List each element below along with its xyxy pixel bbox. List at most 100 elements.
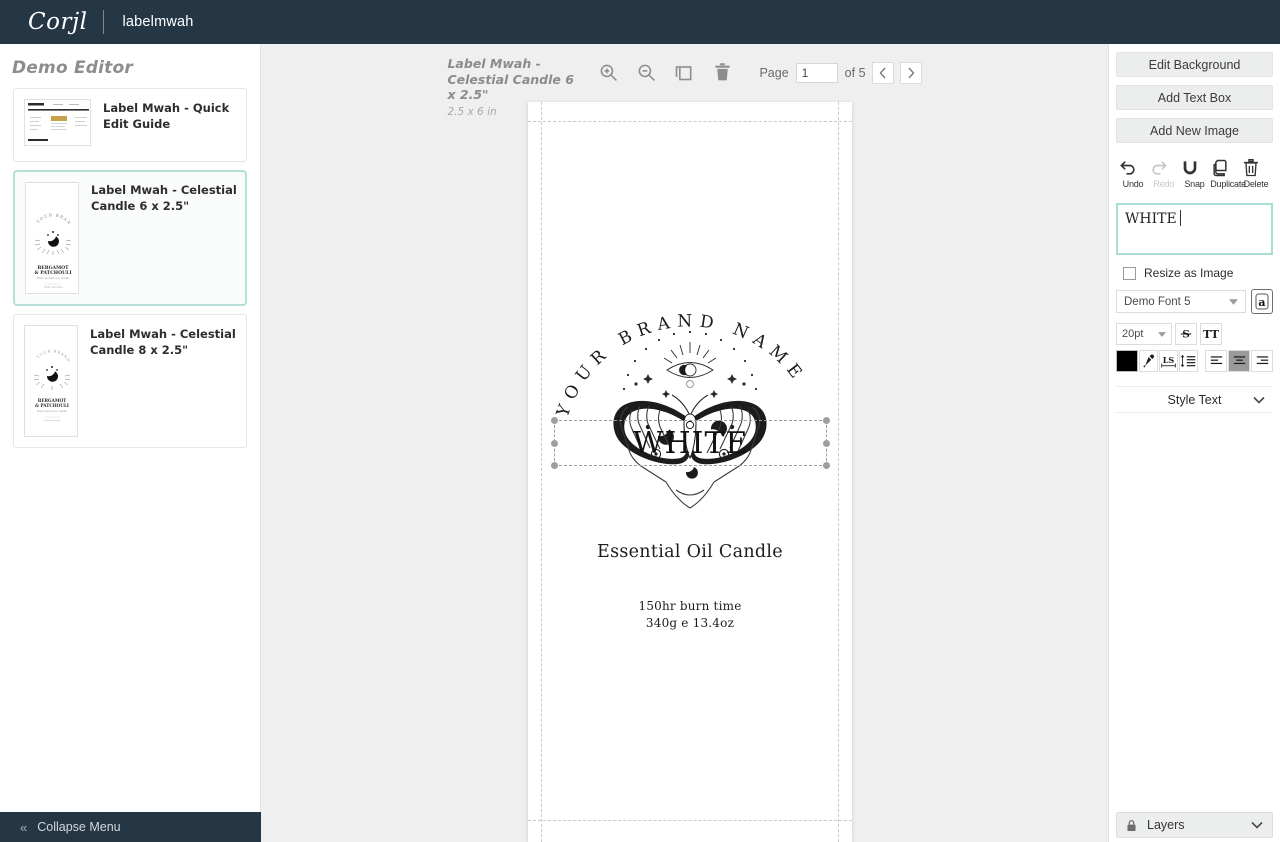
- text-transform-button[interactable]: TT: [1200, 323, 1222, 345]
- text-content-value: WHITE: [1125, 211, 1177, 227]
- resize-handle-top-right[interactable]: [823, 417, 830, 424]
- text-transform-label: TT: [1203, 327, 1219, 341]
- celestial-moth-hands-illustration-icon[interactable]: YOUR BRAND NAME: [528, 222, 852, 522]
- account-name[interactable]: labelmwah: [122, 14, 193, 30]
- undo-button[interactable]: Undo: [1118, 158, 1148, 189]
- selected-text-value[interactable]: WHITE: [555, 421, 826, 465]
- font-family-value: Demo Font 5: [1124, 295, 1191, 308]
- list-item-selected[interactable]: YOUR BRAND NAME: [13, 170, 247, 306]
- eyedropper-button[interactable]: [1138, 350, 1158, 372]
- duplicate-page-button[interactable]: [669, 58, 699, 86]
- zoom-out-button[interactable]: [631, 58, 661, 86]
- bleed-guide-bottom: [528, 820, 852, 821]
- right-panel: Edit Background Add Text Box Add New Ima…: [1108, 44, 1280, 842]
- page-total-label: of 5: [844, 66, 866, 80]
- page-navigation: Page of 5: [759, 62, 922, 84]
- sidebar: Demo Editor Label Mwah - Quick Edit Guid…: [0, 44, 261, 842]
- svg-text:& PATCHOULI: & PATCHOULI: [35, 403, 69, 408]
- align-right-button[interactable]: [1251, 350, 1274, 372]
- bleed-guide-top: [528, 121, 852, 122]
- resize-as-image-label: Resize as Image: [1144, 266, 1234, 280]
- align-left-button[interactable]: [1205, 350, 1228, 372]
- canvas-subtitle[interactable]: Essential Oil Candle: [528, 542, 852, 562]
- letter-spacing-button[interactable]: LS: [1158, 350, 1178, 372]
- font-size-value: 20pt: [1122, 328, 1144, 340]
- canvas-tool-icons: [593, 58, 737, 86]
- font-glyph-icon-button[interactable]: a: [1251, 289, 1273, 314]
- redo-button[interactable]: Redo: [1149, 158, 1179, 189]
- duplicate-button[interactable]: Duplicate: [1210, 158, 1246, 189]
- line-height-button[interactable]: [1178, 350, 1199, 372]
- next-page-button[interactable]: [899, 62, 922, 84]
- svg-text:a: a: [1258, 296, 1265, 309]
- style-text-label: Style Text: [1167, 392, 1222, 407]
- canvas-area: Label Mwah - Celestial Candle 6 x 2.5" 2…: [261, 44, 1108, 842]
- chevron-down-icon: [1253, 396, 1265, 404]
- canvas-document-title-text: Label Mwah - Celestial Candle 6 x 2.5": [447, 56, 574, 103]
- brand-divider: [103, 10, 105, 34]
- label-canvas-sheet[interactable]: YOUR BRAND NAME WHITE Essential Oil Cand…: [528, 102, 852, 842]
- chevron-down-icon: [1158, 331, 1166, 337]
- text-align-group: [1205, 350, 1274, 372]
- duplicate-label: Duplicate: [1210, 179, 1246, 189]
- text-color-swatch[interactable]: [1116, 350, 1138, 372]
- corjl-wordmark-icon[interactable]: Corjl: [28, 9, 87, 35]
- object-tools-row: Undo Redo Snap Duplicate Delete: [1118, 158, 1271, 189]
- layers-panel-toggle[interactable]: Layers: [1116, 812, 1273, 838]
- canvas-detail-text[interactable]: 150hr burn time 340g e 13.4oz: [528, 598, 852, 633]
- svg-text:LS: LS: [1163, 355, 1175, 365]
- editor-app: Corjl labelmwah Demo Editor Label Mwah -…: [0, 0, 1280, 842]
- canvas-detail-line-1: 150hr burn time: [638, 599, 742, 613]
- delete-button[interactable]: Delete: [1241, 158, 1271, 189]
- resize-as-image-checkbox[interactable]: [1123, 266, 1136, 280]
- selected-text-box[interactable]: WHITE: [551, 417, 830, 469]
- document-list: Label Mwah - Quick Edit Guide YOUR BRAND…: [0, 78, 260, 448]
- strikethrough-button[interactable]: S: [1175, 323, 1197, 345]
- layers-label: Layers: [1147, 818, 1185, 832]
- svg-text:150hr burn time: 150hr burn time: [43, 286, 63, 289]
- page-label: Page: [759, 66, 789, 80]
- add-text-box-button[interactable]: Add Text Box: [1116, 85, 1273, 110]
- resize-as-image-row[interactable]: Resize as Image: [1123, 266, 1280, 280]
- chevron-double-left-icon: «: [20, 819, 28, 835]
- list-item[interactable]: YOUR BRAND NAME BERGAM: [13, 314, 247, 448]
- add-new-image-button[interactable]: Add New Image: [1116, 118, 1273, 143]
- lock-icon: [1126, 819, 1137, 832]
- list-item-label: Label Mwah - Celestial Candle 6 x 2.5": [91, 183, 237, 213]
- font-family-row: Demo Font 5 a: [1116, 289, 1273, 314]
- canvas-detail-line-2: 340g e 13.4oz: [645, 616, 735, 631]
- style-text-accordion[interactable]: Style Text: [1116, 386, 1273, 413]
- svg-text:150hr burn time: 150hr burn time: [43, 419, 62, 422]
- svg-text:Hand poured soy candle: Hand poured soy candle: [37, 410, 67, 413]
- chevron-down-icon: [1229, 298, 1238, 305]
- edit-background-button[interactable]: Edit Background: [1116, 52, 1273, 77]
- prev-page-button[interactable]: [871, 62, 894, 84]
- font-family-select[interactable]: Demo Font 5: [1116, 290, 1246, 313]
- snap-button[interactable]: Snap: [1180, 158, 1210, 189]
- align-center-button[interactable]: [1228, 350, 1251, 372]
- text-content-input[interactable]: WHITE: [1116, 203, 1273, 255]
- list-item-label: Label Mwah - Celestial Candle 8 x 2.5": [90, 327, 236, 357]
- undo-label: Undo: [1122, 179, 1144, 189]
- font-size-row: 20pt S TT: [1116, 323, 1273, 345]
- text-format-row: LS: [1116, 350, 1274, 372]
- resize-handle-bottom-right[interactable]: [823, 462, 830, 469]
- rotate-handle[interactable]: [686, 380, 694, 388]
- chevron-down-icon: [1251, 821, 1263, 829]
- list-item[interactable]: Label Mwah - Quick Edit Guide: [13, 88, 247, 162]
- snap-label: Snap: [1184, 179, 1205, 189]
- svg-text:& PATCHOULI: & PATCHOULI: [35, 270, 72, 276]
- delete-page-button[interactable]: [707, 58, 737, 86]
- collapse-menu-button[interactable]: « Collapse Menu: [0, 812, 261, 842]
- document-thumbnail: YOUR BRAND NAME BERGAM: [24, 325, 78, 437]
- page-number-input[interactable]: [795, 63, 838, 83]
- zoom-in-button[interactable]: [593, 58, 623, 86]
- svg-text:Hand poured soy candle: Hand poured soy candle: [37, 276, 69, 280]
- resize-handle-left[interactable]: [551, 439, 558, 447]
- resize-handle-bottom-left[interactable]: [551, 462, 558, 469]
- font-size-select[interactable]: 20pt: [1116, 323, 1172, 345]
- resize-handle-right[interactable]: [823, 439, 830, 447]
- redo-label: Redo: [1153, 179, 1175, 189]
- resize-handle-top-left[interactable]: [551, 417, 558, 424]
- document-thumbnail: [24, 99, 91, 146]
